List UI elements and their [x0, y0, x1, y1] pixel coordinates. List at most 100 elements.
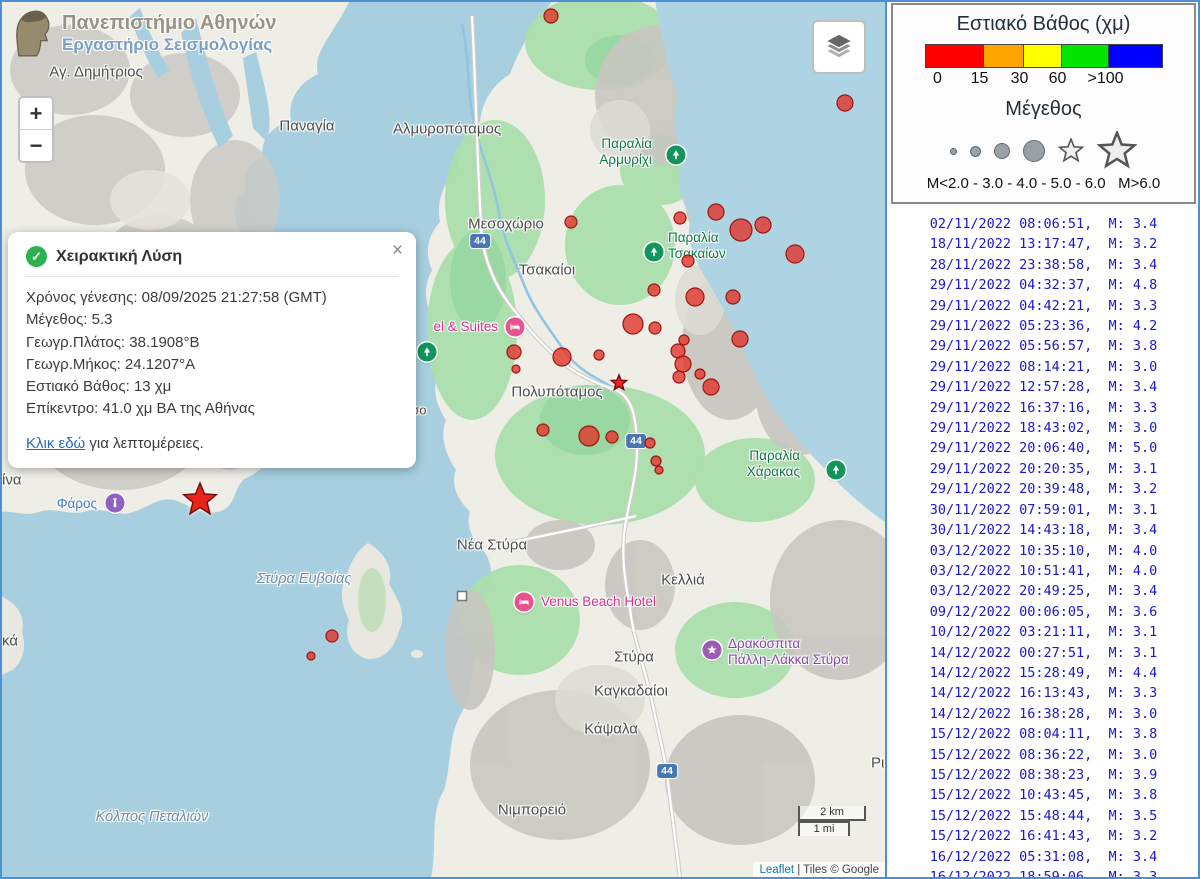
earthquake-marker[interactable] [655, 466, 663, 474]
earthquake-marker[interactable] [732, 331, 748, 347]
depth-tick: >100 [1087, 70, 1123, 88]
earthquake-marker[interactable] [651, 456, 661, 466]
earthquake-marker[interactable] [307, 652, 315, 660]
quake-list-item[interactable]: 29/11/2022 18:43:02, M: 3.0 [887, 418, 1200, 438]
quake-list-item[interactable]: 15/12/2022 16:41:43, M: 3.2 [887, 826, 1200, 846]
earthquake-marker[interactable] [606, 431, 618, 443]
quake-list-item[interactable]: 18/11/2022 13:17:47, M: 3.2 [887, 234, 1200, 254]
earthquake-marker[interactable] [326, 630, 338, 642]
quake-list-item[interactable]: 29/11/2022 08:14:21, M: 3.0 [887, 357, 1200, 377]
square-marker[interactable] [458, 592, 467, 601]
earthquake-marker[interactable] [565, 216, 577, 228]
depth-tick: 30 [1011, 70, 1029, 88]
earthquake-marker[interactable] [673, 371, 685, 383]
earthquake-marker[interactable] [708, 204, 724, 220]
earthquake-marker[interactable] [537, 424, 549, 436]
quake-list-item[interactable]: 09/12/2022 00:06:05, M: 3.6 [887, 602, 1200, 622]
quake-list-item[interactable]: 29/11/2022 20:39:48, M: 3.2 [887, 479, 1200, 499]
depth-segment [1062, 45, 1109, 67]
map-canvas[interactable]: Αγ. ΔημήτριοςΠαναγίαΑλμυροπόταμοςΜεσοχώρ… [0, 0, 885, 879]
earthquake-marker[interactable] [679, 335, 689, 345]
earthquake-marker[interactable] [645, 438, 655, 448]
earthquake-marker[interactable] [649, 322, 661, 334]
quake-list-item[interactable]: 15/12/2022 15:48:44, M: 3.5 [887, 806, 1200, 826]
quake-list-item[interactable]: 29/11/2022 04:42:21, M: 3.3 [887, 296, 1200, 316]
earthquake-marker[interactable] [786, 245, 804, 263]
scale-km: 2 km [798, 806, 866, 821]
quake-list-item[interactable]: 10/12/2022 03:21:11, M: 3.1 [887, 622, 1200, 642]
quake-list-item[interactable]: 29/11/2022 16:37:16, M: 3.3 [887, 398, 1200, 418]
quake-list-item[interactable]: 16/12/2022 18:59:06, M: 3.3 [887, 867, 1200, 879]
quake-list-item[interactable]: 15/12/2022 08:04:11, M: 3.8 [887, 724, 1200, 744]
earthquake-marker[interactable] [512, 365, 520, 373]
earthquake-marker[interactable] [674, 212, 686, 224]
epicenter-star[interactable] [184, 483, 216, 514]
earthquake-marker[interactable] [726, 290, 740, 304]
scale-mi: 1 mi [798, 821, 850, 836]
earthquake-marker[interactable] [755, 217, 771, 233]
earthquake-marker[interactable] [648, 284, 660, 296]
check-icon: ✓ [26, 246, 47, 267]
depth-tick: 15 [971, 70, 989, 88]
earthquake-marker[interactable] [695, 369, 705, 379]
quake-list-item[interactable]: 03/12/2022 20:49:25, M: 3.4 [887, 581, 1200, 601]
quake-list-item[interactable]: 29/11/2022 20:06:40, M: 5.0 [887, 438, 1200, 458]
earthquake-marker[interactable] [686, 288, 704, 306]
quake-list-item[interactable]: 02/11/2022 08:06:51, M: 3.4 [887, 214, 1200, 234]
quake-list-item[interactable]: 29/11/2022 12:57:28, M: 3.4 [887, 377, 1200, 397]
layers-button[interactable] [812, 20, 866, 74]
quake-list-item[interactable]: 15/12/2022 10:43:45, M: 3.8 [887, 785, 1200, 805]
quake-list-item[interactable]: 30/11/2022 14:43:18, M: 3.4 [887, 520, 1200, 540]
earthquake-marker[interactable] [730, 219, 752, 241]
depth-segment [1024, 45, 1062, 67]
quake-list-item[interactable]: 29/11/2022 20:20:35, M: 3.1 [887, 459, 1200, 479]
earthquake-marker[interactable] [675, 356, 691, 372]
quake-list-item[interactable]: 14/12/2022 15:28:49, M: 4.4 [887, 663, 1200, 683]
close-icon[interactable]: × [392, 241, 403, 260]
earthquake-marker[interactable] [623, 314, 643, 334]
magnitude-bigstar-icon [1097, 131, 1137, 171]
details-link[interactable]: Κλικ εδώ [26, 435, 85, 452]
quake-list-item[interactable]: 14/12/2022 16:13:43, M: 3.3 [887, 683, 1200, 703]
map-attribution: Leaflet | Tiles © Google [753, 862, 885, 879]
quake-list-item[interactable]: 29/11/2022 05:56:57, M: 3.8 [887, 336, 1200, 356]
quake-list-item[interactable]: 28/11/2022 23:38:58, M: 3.4 [887, 255, 1200, 275]
leaflet-link[interactable]: Leaflet [759, 864, 794, 876]
earthquake-marker[interactable] [703, 379, 719, 395]
quake-list-item[interactable]: 15/12/2022 08:36:22, M: 3.0 [887, 745, 1200, 765]
quake-list-item[interactable]: 14/12/2022 16:38:28, M: 3.0 [887, 704, 1200, 724]
quake-list-item[interactable]: 03/12/2022 10:35:10, M: 4.0 [887, 541, 1200, 561]
quake-list-item[interactable]: 29/11/2022 04:32:37, M: 4.8 [887, 275, 1200, 295]
quake-list: 02/11/2022 08:06:51, M: 3.418/11/2022 13… [887, 204, 1200, 879]
zoom-in-button[interactable]: + [20, 98, 52, 130]
earthquake-marker[interactable] [837, 95, 853, 111]
popup-field: Εστιακό Βάθος: 13 χμ [26, 376, 398, 398]
earthquake-marker[interactable] [507, 345, 521, 359]
magnitude-symbols [893, 129, 1194, 173]
quake-list-item[interactable]: 16/12/2022 05:31:08, M: 3.4 [887, 847, 1200, 867]
popup-body: Χρόνος γένεσης: 08/09/2025 21:27:58 (GMT… [26, 287, 398, 421]
depth-tick: 0 [933, 70, 942, 88]
depth-colorbar [925, 44, 1163, 68]
solution-popup: × ✓ Χειρακτική Λύση Χρόνος γένεσης: 08/0… [8, 232, 416, 468]
magnitude-star-icon [1058, 138, 1084, 164]
quake-list-item[interactable]: 03/12/2022 10:51:41, M: 4.0 [887, 561, 1200, 581]
quake-list-item[interactable]: 30/11/2022 07:59:01, M: 3.1 [887, 500, 1200, 520]
quake-list-item[interactable]: 14/12/2022 00:27:51, M: 3.1 [887, 643, 1200, 663]
layers-icon [823, 32, 855, 62]
quake-list-item[interactable]: 29/11/2022 05:23:36, M: 4.2 [887, 316, 1200, 336]
popup-field: Μέγεθος: 5.3 [26, 309, 398, 331]
earthquake-marker[interactable] [682, 255, 694, 267]
earthquake-marker[interactable] [553, 348, 571, 366]
magnitude-dot-medium [970, 146, 981, 157]
earthquake-marker[interactable] [579, 426, 599, 446]
depth-segment [926, 45, 984, 67]
seismology-map-page: Αγ. ΔημήτριοςΠαναγίαΑλμυροπόταμοςΜεσοχώρ… [0, 0, 1200, 879]
zoom-out-button[interactable]: − [20, 130, 52, 161]
earthquake-marker[interactable] [544, 9, 558, 23]
details-suffix: για λεπτομέρειες. [85, 435, 203, 452]
earthquake-marker[interactable] [594, 350, 604, 360]
quake-list-item[interactable]: 15/12/2022 08:38:23, M: 3.9 [887, 765, 1200, 785]
logo-line2: Εργαστήριο Σεισμολογίας [62, 35, 276, 55]
epicenter-star[interactable] [611, 375, 626, 390]
